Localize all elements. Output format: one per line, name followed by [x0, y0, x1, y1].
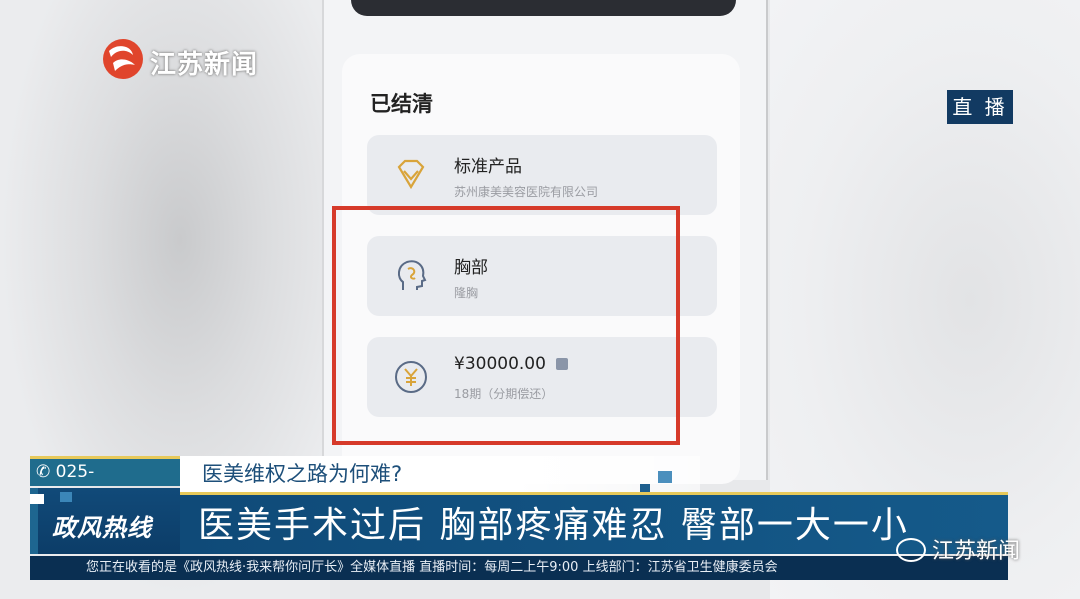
headline-bar: 医美手术过后 胸部疼痛难忍 臀部一大一小	[180, 492, 1008, 554]
topic-bar: 医美维权之路为何难?	[180, 456, 700, 492]
watermark: 江苏新闻	[896, 533, 1020, 565]
settled-title: 已结清	[370, 92, 433, 116]
highlight-box	[332, 206, 680, 445]
show-name: 政风热线	[52, 514, 152, 542]
item-subtitle: 苏州康美美容医院有限公司	[454, 185, 599, 199]
decor-square	[658, 471, 672, 483]
ticker-bar: 您正在收看的是《政风热线·我来帮你问厅长》全媒体直播 直播时间：每周二上午9:0…	[30, 556, 1008, 580]
product-item[interactable]: 标准产品 苏州康美美容医院有限公司	[367, 135, 717, 215]
wechat-icon	[896, 538, 926, 562]
live-badge: 直 播	[947, 90, 1013, 124]
show-logo: 政风热线	[30, 488, 180, 554]
phone-top-banner	[351, 0, 736, 16]
jsbc-logo-icon	[103, 39, 143, 79]
channel-logo-text: 江苏新闻	[150, 50, 259, 80]
decor-square	[60, 492, 72, 502]
item-title: 标准产品	[454, 157, 522, 177]
hotline-phone: ✆ 025-83195110	[30, 456, 180, 508]
decor-square	[640, 484, 650, 492]
watermark-text: 江苏新闻	[932, 539, 1021, 564]
decor-square	[30, 494, 44, 504]
phone-icon: ✆	[36, 462, 51, 482]
diamond-icon	[397, 159, 425, 190]
